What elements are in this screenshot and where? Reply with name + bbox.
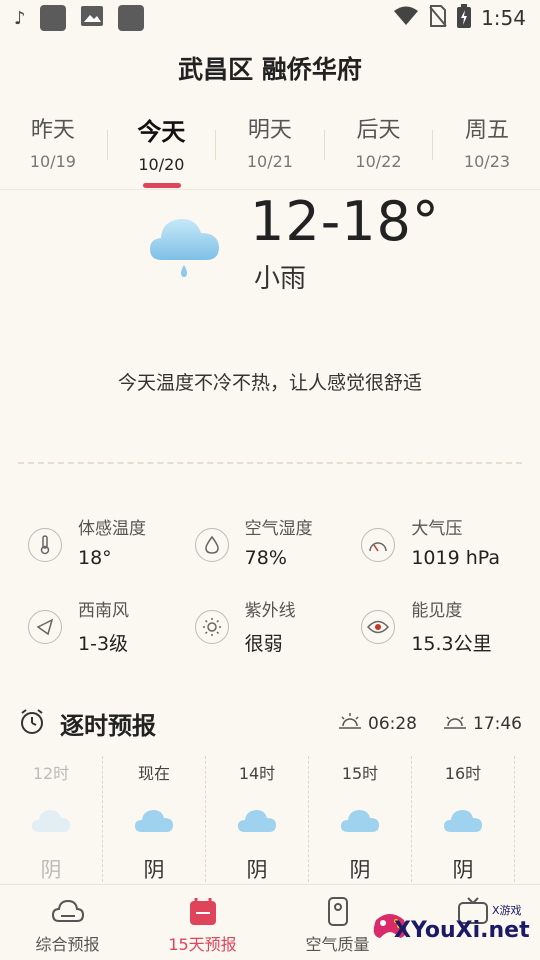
hour-time: 14时 [238, 764, 276, 783]
hourly-item: 16时 阴 [412, 756, 515, 882]
tab-tomorrow[interactable]: 明天 10/21 [218, 112, 322, 171]
calendar-icon [186, 897, 220, 927]
cloudy-icon [443, 806, 483, 836]
weather-details: 体感温度 18° 空气湿度 78% 大气压 1019 hPa 西南风 1-3级 … [28, 514, 528, 678]
hourly-header: 逐时预报 06:28 17:46 [18, 706, 522, 741]
cloudy-icon [134, 806, 174, 836]
gallery-icon [80, 5, 104, 31]
detail-value: 15.3公里 [411, 633, 492, 655]
hour-time: 12时 [32, 764, 70, 783]
day-tabs: 昨天 10/19 今天 10/20 明天 10/21 后天 10/22 周五 1… [0, 112, 540, 190]
detail-value: 78% [244, 547, 287, 569]
day-date: 10/21 [246, 152, 293, 171]
hourly-forecast[interactable]: 12时 阴 现在 阴 14时 阴 15时 阴 16时 阴 [0, 756, 540, 882]
notification-app-icon [117, 5, 144, 31]
no-sim-icon [429, 4, 447, 32]
detail-pressure: 大气压 1019 hPa [361, 514, 528, 596]
humidity-drop-icon [194, 528, 229, 562]
divider [106, 130, 108, 160]
detail-label: 大气压 [411, 519, 463, 539]
hour-time: 16时 [444, 764, 482, 783]
watermark-text: XYouXi.net [394, 918, 530, 943]
detail-value: 18° [78, 547, 112, 569]
cloud-outline-icon [51, 897, 85, 927]
tab-friday[interactable]: 周五 10/23 [435, 112, 539, 171]
detail-humidity: 空气湿度 78% [194, 514, 362, 596]
uv-sun-icon [194, 610, 229, 644]
divider [432, 130, 434, 160]
divider [18, 462, 522, 464]
day-name: 明天 [247, 118, 292, 143]
nav-label: 综合预报 [35, 935, 100, 954]
hourly-item: 15时 阴 [309, 756, 412, 882]
sunset-icon [443, 712, 467, 735]
divider [323, 130, 325, 160]
temperature-range: 12-18° [250, 190, 440, 253]
day-name: 周五 [464, 118, 509, 143]
hourly-title: 逐时预报 [60, 712, 156, 740]
detail-wind: 西南风 1-3级 [28, 596, 195, 678]
hourly-item: 14时 阴 [206, 756, 309, 882]
nav-overview[interactable]: 综合预报 [0, 885, 135, 960]
detail-value: 很弱 [244, 633, 283, 655]
hour-condition: 阴 [246, 858, 268, 882]
cloudy-icon [31, 806, 71, 836]
tab-yesterday[interactable]: 昨天 10/19 [1, 112, 105, 171]
cloudy-icon [340, 806, 380, 836]
sunset-time: 17:46 [473, 713, 522, 734]
tiktok-icon: ♪ [14, 7, 26, 29]
alarm-clock-icon [18, 708, 46, 740]
detail-label: 能见度 [411, 601, 463, 621]
detail-visibility: 能见度 15.3公里 [361, 596, 528, 678]
detail-label: 空气湿度 [244, 519, 313, 539]
divider [215, 130, 217, 160]
light-rain-icon [148, 208, 222, 280]
location-title[interactable]: 武昌区 融侨华府 [0, 50, 540, 86]
hour-condition: 阴 [349, 858, 371, 882]
day-date: 10/23 [463, 152, 511, 171]
hourly-item: 12时 阴 [0, 756, 103, 882]
day-name: 昨天 [30, 118, 75, 143]
detail-label: 体感温度 [78, 519, 146, 539]
day-name: 今天 [137, 118, 186, 146]
detail-feels-like: 体感温度 18° [28, 514, 195, 596]
watermark-small-text: X游戏 [492, 904, 522, 917]
tab-today[interactable]: 今天 10/20 [109, 112, 213, 188]
clock: 1:54 [481, 6, 526, 30]
day-date: 10/19 [29, 152, 76, 171]
watermark: X游戏 XYouXi.net [370, 896, 540, 956]
day-date: 10/22 [355, 152, 402, 171]
detail-value: 1-3级 [78, 633, 129, 655]
weather-condition: 小雨 [254, 264, 307, 294]
hour-time: 现在 [137, 764, 170, 783]
hour-time: 15时 [341, 764, 379, 783]
thermometer-icon [28, 528, 62, 562]
cloudy-icon [237, 806, 277, 836]
detail-value: 1019 hPa [411, 547, 501, 569]
sun-times: 06:28 17:46 [320, 712, 522, 735]
sunrise-icon [338, 712, 362, 735]
nav-15-day[interactable]: 15天预报 [135, 885, 270, 960]
day-date: 10/20 [138, 155, 185, 174]
hour-condition: 阴 [40, 858, 62, 882]
day-name: 后天 [356, 118, 401, 143]
hourly-item: 现在 阴 [103, 756, 206, 882]
wind-direction-icon [28, 610, 62, 644]
tab-day-after-tomorrow[interactable]: 后天 10/22 [326, 112, 430, 171]
detail-label: 紫外线 [244, 601, 296, 621]
air-purifier-icon [321, 897, 355, 927]
nav-label: 15天预报 [168, 935, 237, 954]
status-bar: ♪ 1:54 [0, 0, 540, 36]
pressure-gauge-icon [361, 528, 396, 562]
comfort-tip: 今天温度不冷不热，让人感觉很舒适 [117, 372, 422, 394]
hour-condition: 阴 [452, 858, 474, 882]
detail-uv: 紫外线 很弱 [194, 596, 362, 678]
battery-charging-icon [457, 3, 472, 33]
sunrise-time: 06:28 [368, 713, 417, 734]
visibility-eye-icon [361, 610, 396, 644]
detail-label: 西南风 [78, 601, 129, 621]
notification-app-icon [39, 5, 66, 31]
hour-condition: 阴 [143, 858, 165, 882]
wifi-icon [393, 6, 419, 31]
